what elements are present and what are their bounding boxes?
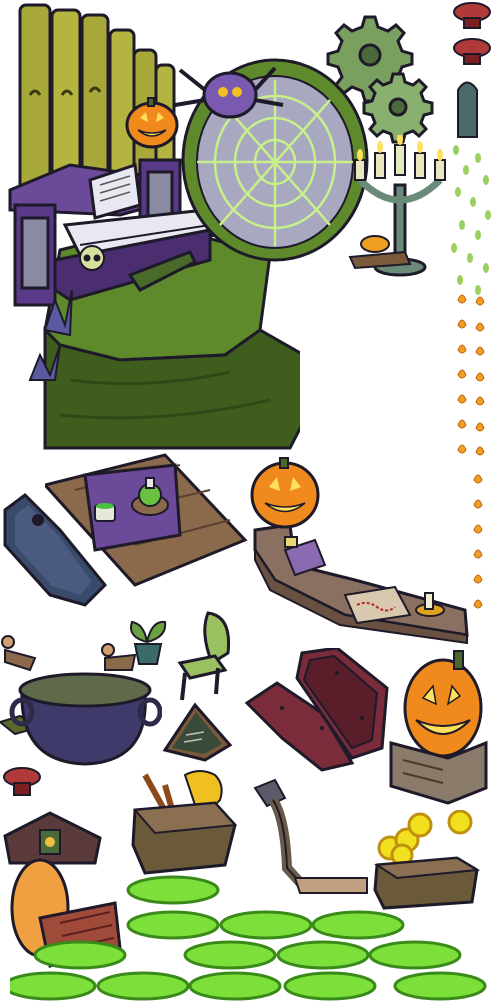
chair-icon bbox=[177, 611, 231, 701]
window-shutter bbox=[457, 81, 478, 138]
candle-icon bbox=[354, 144, 446, 181]
potion-table bbox=[45, 453, 248, 587]
slime-puddles bbox=[10, 875, 487, 1001]
cup-icon bbox=[94, 503, 116, 522]
stage-stool bbox=[348, 235, 412, 270]
open-coffin bbox=[244, 648, 389, 772]
jack-o-lantern-icon bbox=[250, 457, 320, 529]
leaf-icon bbox=[451, 145, 491, 295]
green-chair bbox=[177, 611, 231, 701]
round-button-icon bbox=[3, 767, 41, 796]
pumpkin-dresser bbox=[389, 650, 488, 805]
chalkboard-icon bbox=[162, 702, 233, 762]
arch-window-icon bbox=[457, 81, 478, 138]
open-coffin-icon bbox=[244, 648, 389, 772]
leaf-particles bbox=[451, 145, 491, 295]
small-stool bbox=[1, 635, 37, 672]
broom-crate bbox=[131, 770, 238, 875]
potted-plant bbox=[130, 620, 167, 665]
gear-icon bbox=[362, 72, 434, 144]
cauldron bbox=[0, 672, 162, 766]
gear-pair bbox=[326, 15, 434, 144]
slime-puddle-icon bbox=[10, 875, 487, 1001]
pumpkin-counter bbox=[250, 457, 469, 645]
round-button-icon bbox=[453, 2, 491, 65]
chalkboard-sign bbox=[162, 702, 233, 762]
plant-icon bbox=[130, 620, 167, 665]
cauldron-icon bbox=[0, 672, 162, 766]
jack-o-lantern-icon bbox=[403, 650, 483, 758]
button-stack bbox=[3, 767, 41, 796]
